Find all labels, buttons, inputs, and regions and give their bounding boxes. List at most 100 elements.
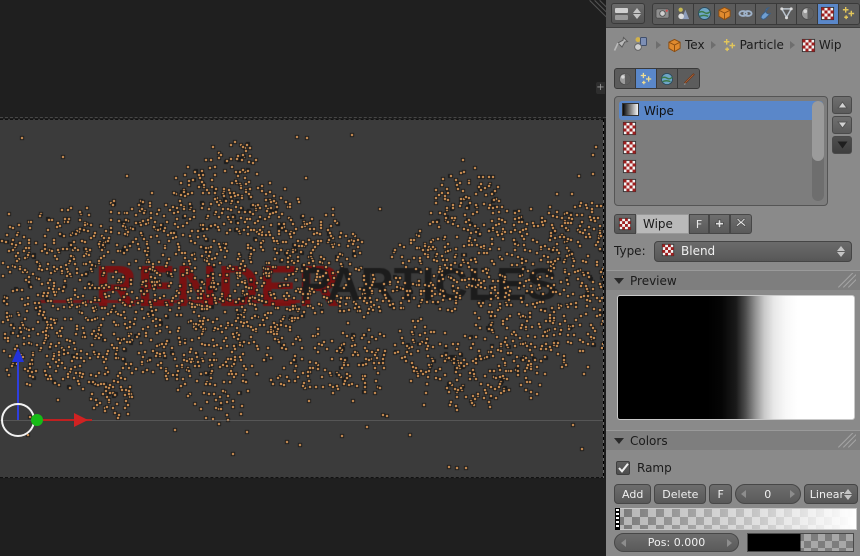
color-ramp-active-stop-handle[interactable] xyxy=(615,508,620,530)
texture-type-value: Blend xyxy=(681,244,716,258)
breadcrumb-label-particle: Particle xyxy=(739,38,784,52)
active-stop-index-value: 0 xyxy=(764,487,772,501)
left-editor-region: + xyxy=(0,0,606,556)
ramp-checkbox-row: Ramp xyxy=(616,461,672,475)
object-cube-icon xyxy=(668,38,681,52)
list-scrollbar-thumb[interactable] xyxy=(812,101,824,161)
tab-modifiers[interactable] xyxy=(756,3,777,24)
tab-particles[interactable] xyxy=(838,3,859,24)
texture-type-tabs xyxy=(614,68,700,89)
blender-window: + Tex Particle Wip Wipe Wipe F Type: Ble… xyxy=(0,0,860,556)
properties-context-tabs xyxy=(652,2,860,25)
properties-header xyxy=(606,0,860,28)
unlink-x-icon[interactable] xyxy=(730,214,752,234)
textype-particles[interactable] xyxy=(636,69,657,88)
editor-type-selector-icon[interactable] xyxy=(611,3,645,24)
tab-object[interactable] xyxy=(714,3,736,24)
ramp-position-row: Pos: 0.000 xyxy=(614,533,856,552)
texture-type-row: Type: Blend xyxy=(614,240,852,262)
panel-grip-icon xyxy=(838,273,856,289)
3d-viewport[interactable] xyxy=(0,119,604,478)
texture-name-input[interactable]: Wipe xyxy=(636,214,689,234)
list-item[interactable] xyxy=(619,139,823,158)
increment-arrow-icon[interactable] xyxy=(789,490,795,498)
manipulator-rotation-circle[interactable] xyxy=(1,403,35,437)
textype-material[interactable] xyxy=(615,69,636,88)
color-ramp-widget[interactable] xyxy=(615,508,857,530)
region-toggle-plus-icon[interactable]: + xyxy=(596,82,605,94)
stop-color-swatch[interactable] xyxy=(747,533,854,552)
interpolation-dropdown[interactable]: Linear xyxy=(803,484,858,504)
panel-header-colors[interactable]: Colors xyxy=(606,430,860,450)
tab-data[interactable] xyxy=(776,3,798,24)
texture-slot-list[interactable]: Wipe xyxy=(614,96,828,206)
texture-type-dropdown[interactable]: Blend xyxy=(654,240,852,262)
browse-texture-icon[interactable] xyxy=(633,36,650,55)
panel-title-preview: Preview xyxy=(630,273,677,288)
list-side-buttons xyxy=(832,96,852,154)
breadcrumb-item-tex[interactable]: Tex xyxy=(667,38,705,53)
tab-material[interactable] xyxy=(797,3,818,24)
textype-world[interactable] xyxy=(657,69,678,88)
particles-sparkle-icon xyxy=(723,38,735,51)
lower-empty-editor-area[interactable] xyxy=(0,479,606,556)
interpolation-value: Linear xyxy=(809,487,844,501)
texture-type-label: Type: xyxy=(614,244,646,258)
slot-specials-menu-button[interactable] xyxy=(832,136,852,154)
move-slot-up-button[interactable] xyxy=(832,96,852,114)
breadcrumb-separator-2-icon xyxy=(789,41,795,49)
new-texture-button[interactable] xyxy=(709,214,730,234)
breadcrumb-item-wipe[interactable]: Wip xyxy=(801,38,842,53)
tab-render[interactable] xyxy=(653,3,674,24)
breadcrumb-label-wipe: Wip xyxy=(818,38,842,52)
stop-position-value: Pos: 0.000 xyxy=(647,536,706,549)
gradient-preview-icon xyxy=(622,102,639,119)
panel-collapse-triangle-icon xyxy=(614,437,624,444)
ramp-buttons-row: Add Delete F 0 Linear xyxy=(614,484,858,504)
upper-empty-editor-area[interactable]: + xyxy=(0,0,606,118)
manipulator-center-handle[interactable] xyxy=(31,414,43,426)
list-item[interactable] xyxy=(619,177,823,196)
panel-grip-icon xyxy=(838,433,856,449)
particle-system-render xyxy=(0,120,603,477)
manipulator-x-axis-arrow-icon[interactable] xyxy=(74,413,88,427)
list-item[interactable] xyxy=(619,120,823,139)
increment-arrow-icon[interactable] xyxy=(727,538,732,547)
stop-position-slider[interactable]: Pos: 0.000 xyxy=(614,533,739,552)
add-stop-button[interactable]: Add xyxy=(614,484,652,504)
move-slot-down-button[interactable] xyxy=(832,116,852,134)
textype-brush[interactable] xyxy=(678,69,699,88)
ramp-fake-user-button[interactable]: F xyxy=(709,484,732,504)
texture-checker-icon xyxy=(801,38,815,52)
breadcrumb-separator-1-icon xyxy=(710,41,716,49)
pin-icon[interactable] xyxy=(613,35,629,55)
viewport-right-edge-divider[interactable] xyxy=(603,119,604,478)
ramp-checkbox[interactable] xyxy=(616,461,630,475)
ramp-divider xyxy=(606,504,860,507)
tab-texture[interactable] xyxy=(818,3,839,24)
texture-browse-button[interactable] xyxy=(614,214,636,234)
chevron-updown-icon xyxy=(843,488,852,500)
tab-world[interactable] xyxy=(694,3,715,24)
chevron-updown-icon xyxy=(837,245,845,257)
list-item[interactable] xyxy=(619,158,823,177)
texture-checker-icon xyxy=(622,140,637,158)
area-resize-corner-grip[interactable] xyxy=(588,0,606,18)
breadcrumb-separator-0-icon xyxy=(656,41,661,49)
active-stop-index-slider[interactable]: 0 xyxy=(734,484,801,504)
panel-header-preview[interactable]: Preview xyxy=(606,270,860,290)
texture-checker-icon xyxy=(622,121,637,139)
delete-stop-button[interactable]: Delete xyxy=(654,484,707,504)
manipulator-z-axis-arrow-icon[interactable] xyxy=(12,348,24,362)
panel-title-colors: Colors xyxy=(630,433,668,448)
list-item-label: Wipe xyxy=(644,103,674,118)
list-scrollbar[interactable] xyxy=(812,101,824,201)
texture-preview-image xyxy=(617,295,855,420)
breadcrumb-item-particle[interactable]: Particle xyxy=(722,38,784,53)
list-item[interactable]: Wipe xyxy=(619,101,823,120)
tab-constraints[interactable] xyxy=(735,3,757,24)
fake-user-toggle-button[interactable]: F xyxy=(689,214,709,234)
texture-checker-icon xyxy=(622,159,637,177)
panel-collapse-triangle-icon xyxy=(614,277,624,284)
tab-scene[interactable] xyxy=(673,3,695,24)
